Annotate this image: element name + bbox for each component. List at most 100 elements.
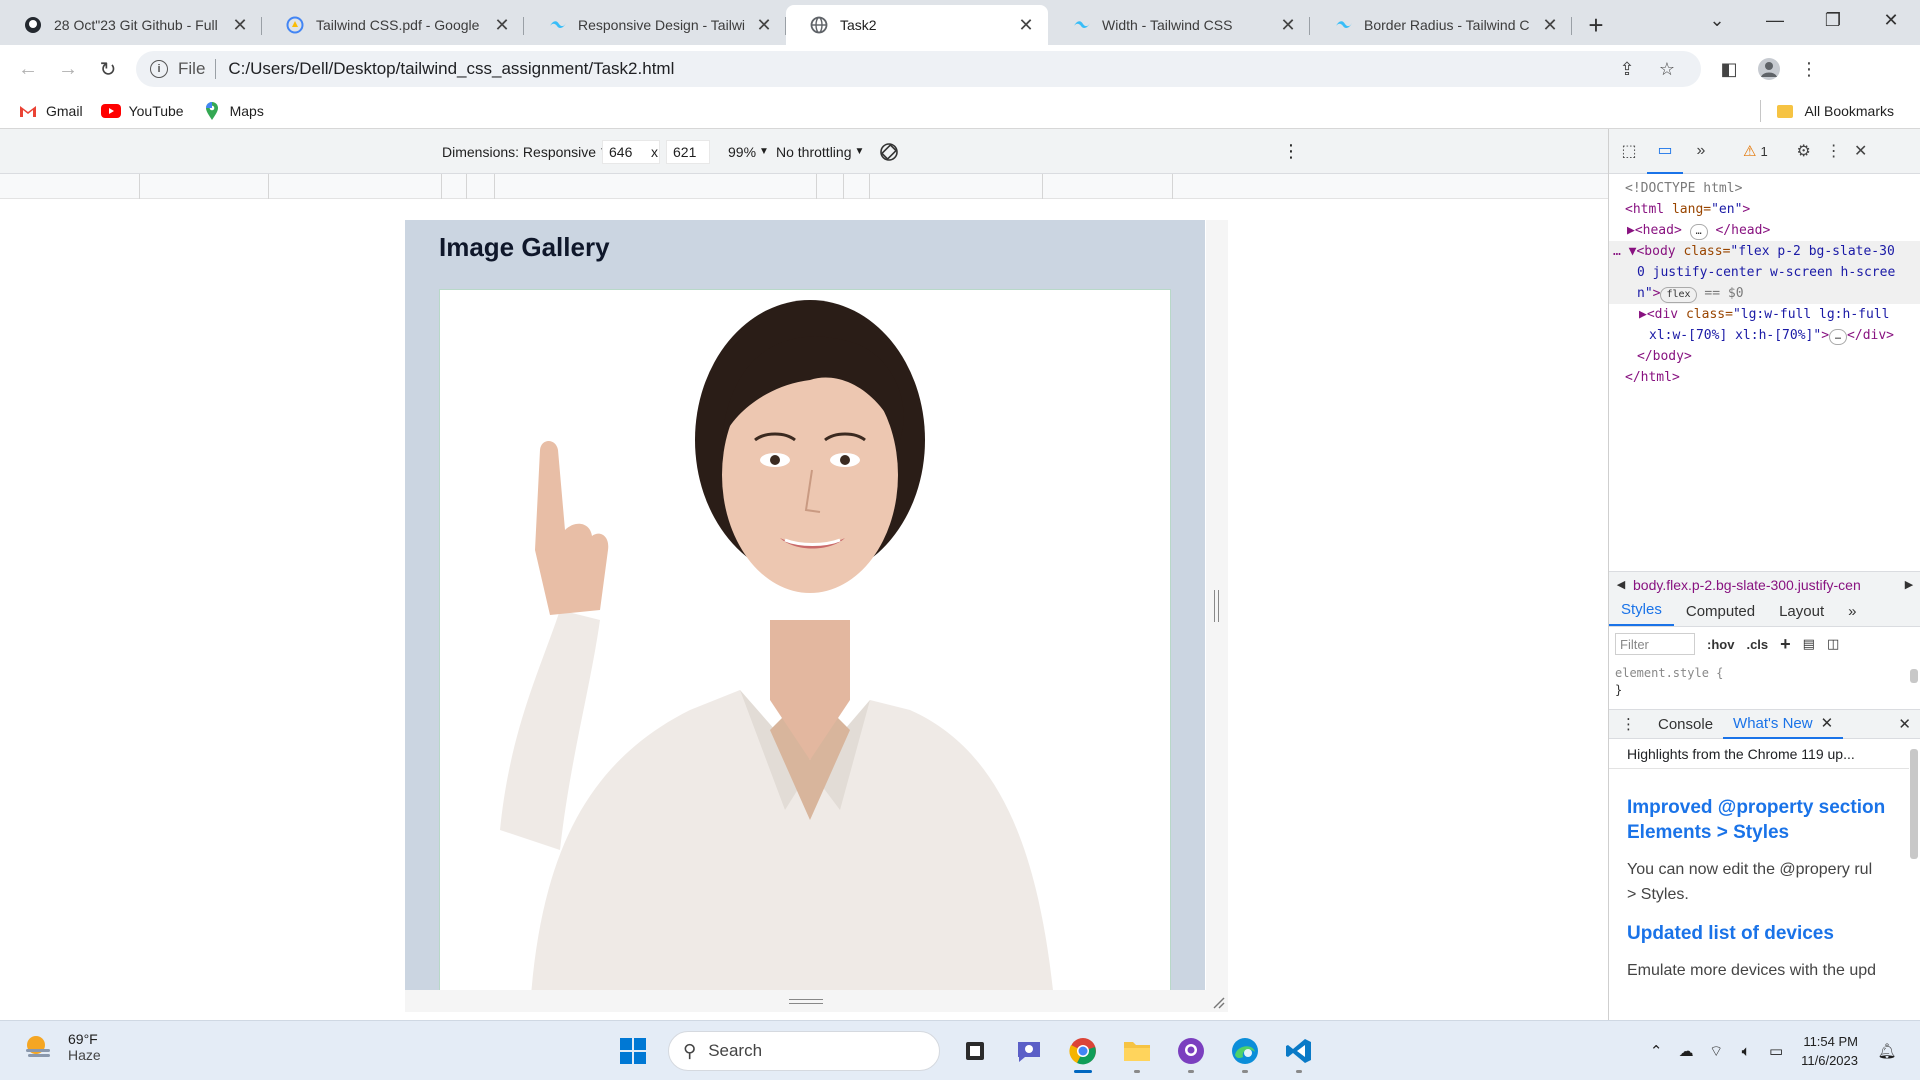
drawer-menu-icon[interactable]: ⋮ [1609, 709, 1648, 739]
back-icon[interactable]: ← [8, 49, 48, 89]
system-tray: ⌃ ☁ ⌔ 🔈︎ ▭ 11:54 PM 11/6/2023 🔔︎ [1641, 1029, 1902, 1073]
more-tabs-icon[interactable]: » [1836, 603, 1868, 626]
tab-width-tailwind[interactable]: Width - Tailwind CSS ✕ [1048, 5, 1310, 45]
highlights-line[interactable]: Highlights from the Chrome 119 up... [1609, 739, 1909, 769]
throttling-dropdown[interactable]: No throttling ▼ [776, 129, 864, 174]
tab-responsive-design[interactable]: Responsive Design - Tailwi ✕ [524, 5, 786, 45]
warnings-counter[interactable]: ⚠ 1 [1743, 142, 1768, 160]
tab-border-radius[interactable]: Border Radius - Tailwind C ✕ [1310, 5, 1572, 45]
close-icon[interactable]: ✕ [1821, 714, 1834, 732]
tab-search-icon[interactable]: ⌄ [1688, 0, 1746, 40]
new-tab-button[interactable]: + [1572, 5, 1620, 45]
html-close-node[interactable]: </html> [1609, 367, 1920, 388]
more-options-icon[interactable]: ⋮ [1282, 129, 1300, 174]
tab-tailwind-pdf[interactable]: Tailwind CSS.pdf - Google ✕ [262, 5, 524, 45]
bookmark-gmail[interactable]: Gmail [18, 101, 83, 121]
close-drawer-icon[interactable]: ✕ [1888, 709, 1920, 739]
close-icon[interactable]: ✕ [754, 15, 774, 36]
tab-computed[interactable]: Computed [1674, 603, 1767, 626]
body-close-node[interactable]: </body> [1609, 346, 1920, 367]
styles-scrollbar[interactable] [1910, 669, 1918, 683]
close-icon[interactable]: ✕ [1278, 15, 1298, 36]
head-node[interactable]: ▶<head> … </head> [1609, 220, 1920, 241]
wifi-icon[interactable]: ⌔ [1701, 1042, 1731, 1061]
resize-handle-bottom[interactable] [405, 990, 1206, 1012]
height-input[interactable]: 621 [666, 139, 710, 164]
address-bar[interactable]: i File C:/Users/Dell/Desktop/tailwind_cs… [136, 51, 1701, 87]
close-icon[interactable]: ✕ [492, 15, 512, 36]
zoom-dropdown[interactable]: 99% ▼ [728, 129, 769, 174]
info-icon[interactable]: i [150, 60, 168, 78]
tab-git-github[interactable]: 28 Oct"23 Git Github - Full ✕ [0, 5, 262, 45]
edge-app[interactable] [1223, 1029, 1267, 1073]
vscode-app[interactable] [1277, 1029, 1321, 1073]
chevron-right-icon[interactable]: ▶ [1897, 578, 1920, 591]
whats-new-heading[interactable]: Elements > Styles [1609, 820, 1909, 845]
menu-kebab-icon[interactable]: ⋮ [1789, 49, 1829, 89]
close-window-button[interactable]: ✕ [1862, 0, 1920, 40]
drawer-scrollbar[interactable] [1910, 749, 1918, 859]
dimensions-dropdown[interactable]: Dimensions: Responsive▼ [442, 129, 609, 174]
resize-handle-corner[interactable] [1206, 990, 1228, 1012]
close-icon[interactable]: ✕ [230, 15, 250, 36]
div-node[interactable]: ▶<div class="lg:w-full lg:h-full xl:w-[7… [1609, 304, 1920, 346]
tab-whats-new[interactable]: What's New ✕ [1723, 709, 1844, 739]
body-node[interactable]: … ▼<body class="flex p-2 bg-slate-30 0 j… [1609, 241, 1920, 304]
reload-icon[interactable]: ↻ [88, 49, 128, 89]
start-button[interactable] [611, 1029, 655, 1073]
device-toggle-icon[interactable]: ▭ [1647, 129, 1683, 174]
bookmark-maps[interactable]: Maps [202, 101, 264, 121]
more-panels-icon[interactable]: » [1683, 129, 1719, 174]
hov-toggle[interactable]: :hov [1707, 637, 1734, 652]
onedrive-icon[interactable]: ☁ [1671, 1042, 1701, 1060]
element-style-rule[interactable]: element.style { } [1615, 665, 1723, 699]
tab-styles[interactable]: Styles [1609, 601, 1674, 626]
share-icon[interactable]: ⇪ [1607, 59, 1647, 80]
star-icon[interactable]: ☆ [1647, 59, 1687, 80]
media-query-bar[interactable] [0, 174, 1608, 199]
chrome-app[interactable] [1061, 1029, 1105, 1073]
side-panel-icon[interactable]: ◧ [1709, 49, 1749, 89]
tab-console[interactable]: Console [1648, 709, 1723, 739]
chevron-left-icon[interactable]: ◀ [1609, 578, 1633, 591]
chat-app[interactable] [1007, 1029, 1051, 1073]
whats-new-heading[interactable]: Updated list of devices [1609, 921, 1909, 946]
volume-icon[interactable]: 🔈︎ [1731, 1043, 1761, 1060]
task-view-button[interactable] [953, 1029, 997, 1073]
all-bookmarks[interactable]: All Bookmarks [1759, 93, 1894, 129]
rotate-icon[interactable] [878, 129, 900, 174]
tab-layout[interactable]: Layout [1767, 603, 1836, 626]
profile-icon[interactable] [1749, 49, 1789, 89]
filter-input[interactable]: Filter [1615, 633, 1695, 655]
notification-bell-icon[interactable]: 🔔︎ [1872, 1042, 1902, 1060]
clock[interactable]: 11:54 PM 11/6/2023 [1801, 1032, 1858, 1070]
doctype-node[interactable]: <!DOCTYPE html> [1609, 178, 1920, 199]
cls-toggle[interactable]: .cls [1746, 637, 1768, 652]
forward-icon[interactable]: → [48, 49, 88, 89]
devtools-menu-icon[interactable]: ⋮ [1822, 129, 1846, 174]
resize-handle-right[interactable] [1206, 220, 1228, 990]
bookmark-youtube[interactable]: YouTube [100, 101, 184, 121]
sidebar-toggle-icon[interactable]: ◫ [1827, 636, 1839, 652]
close-icon[interactable]: ✕ [1016, 15, 1036, 36]
close-icon[interactable]: ✕ [1540, 15, 1560, 36]
weather-widget[interactable]: 69°F Haze [22, 1031, 101, 1063]
flex-badge[interactable]: flex [1660, 287, 1697, 303]
url-text[interactable]: C:/Users/Dell/Desktop/tailwind_css_assig… [228, 59, 1607, 79]
maximize-button[interactable]: ❐ [1804, 0, 1862, 40]
minimize-button[interactable]: — [1746, 0, 1804, 40]
add-rule-icon[interactable]: + [1780, 634, 1791, 655]
breadcrumb-item[interactable]: body.flex.p-2.bg-slate-300.justify-cen [1633, 577, 1897, 593]
battery-icon[interactable]: ▭ [1761, 1042, 1791, 1060]
github-desktop-app[interactable] [1169, 1029, 1213, 1073]
inspect-element-icon[interactable]: ⬚ [1611, 129, 1647, 174]
gear-icon[interactable]: ⚙ [1786, 129, 1822, 174]
whats-new-heading[interactable]: Improved @property section [1609, 795, 1909, 820]
chevron-up-icon[interactable]: ⌃ [1641, 1042, 1671, 1060]
tab-task2[interactable]: Task2 ✕ [786, 5, 1048, 45]
taskbar-search[interactable]: ⚲ Search [668, 1031, 940, 1071]
close-devtools-icon[interactable]: ✕ [1846, 129, 1876, 174]
paint-icon[interactable]: ▤ [1803, 636, 1815, 652]
html-node[interactable]: <html lang="en"> [1609, 199, 1920, 220]
file-explorer-app[interactable] [1115, 1029, 1159, 1073]
